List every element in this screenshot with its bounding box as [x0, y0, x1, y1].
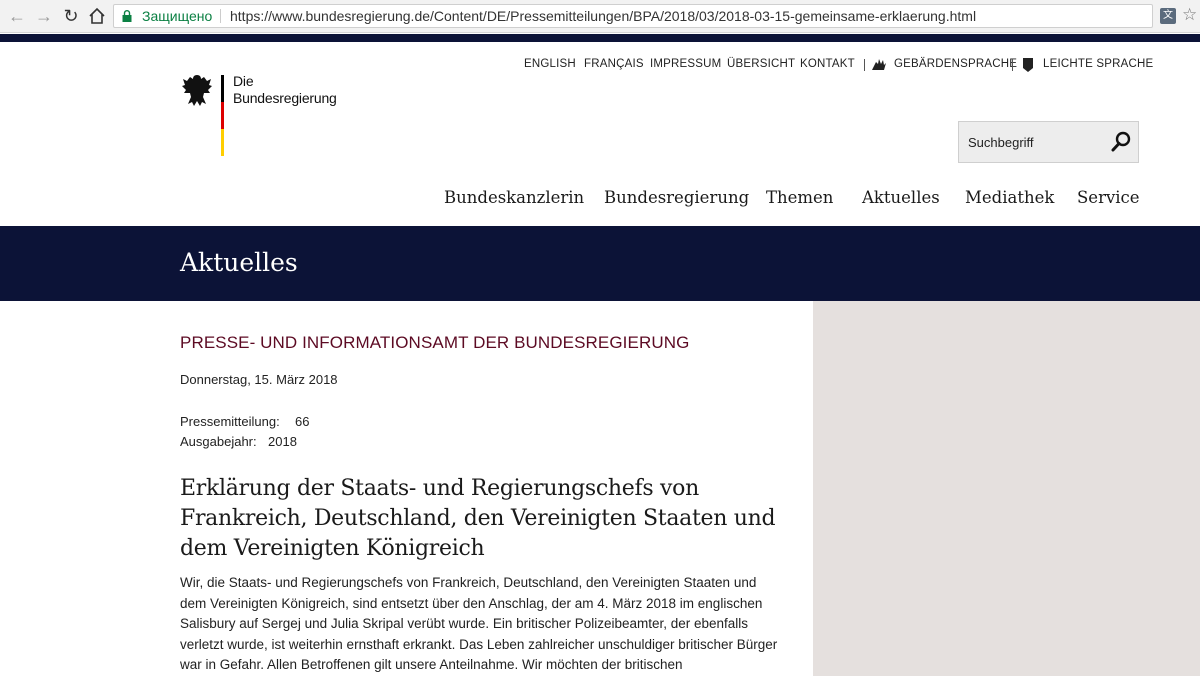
- nav-bundeskanzlerin[interactable]: Bundeskanzlerin: [444, 188, 584, 207]
- nav-themen[interactable]: Themen: [766, 188, 833, 207]
- right-sidebar: [813, 301, 1200, 676]
- sign-language-icon: [872, 59, 886, 70]
- logo-line-2: Bundesregierung: [233, 90, 337, 106]
- article-meta-labels: Pressemitteilung: Ausgabejahr:: [180, 412, 280, 452]
- forward-icon[interactable]: →: [33, 5, 55, 27]
- search-icon[interactable]: [1109, 130, 1133, 154]
- press-release-number: 66: [295, 414, 310, 429]
- easy-language-icon: [1023, 58, 1033, 72]
- back-icon[interactable]: ←: [6, 5, 28, 27]
- top-accent-bar: [0, 34, 1200, 42]
- meta-link-francais[interactable]: FRANÇAIS: [584, 58, 644, 70]
- logo-line-1: Die: [233, 73, 254, 89]
- meta-link-uebersicht[interactable]: ÜBERSICHT: [727, 58, 795, 70]
- lock-icon: [122, 10, 132, 22]
- article-date: Donnerstag, 15. März 2018: [180, 372, 338, 387]
- browser-toolbar: ← → ↻ Защищено https://www.bundesregieru…: [0, 0, 1200, 33]
- nav-mediathek[interactable]: Mediathek: [965, 188, 1054, 207]
- meta-divider: [1012, 59, 1013, 71]
- flag-bar: [221, 75, 224, 156]
- article-headline: Erklärung der Staats- und Regierungschef…: [180, 476, 776, 561]
- meta-link-english[interactable]: ENGLISH: [524, 58, 576, 70]
- address-divider: [220, 9, 221, 23]
- nav-aktuelles[interactable]: Aktuelles: [862, 188, 940, 207]
- meta-divider: [864, 59, 865, 71]
- press-release-label: Pressemitteilung:: [180, 414, 280, 429]
- meta-link-leichte-sprache[interactable]: LEICHTE SPRACHE: [1043, 58, 1153, 70]
- address-bar[interactable]: Защищено https://www.bundesregierung.de/…: [113, 4, 1153, 28]
- nav-bundesregierung[interactable]: Bundesregierung: [604, 188, 749, 207]
- year-label: Ausgabejahr:: [180, 434, 257, 449]
- nav-service[interactable]: Service: [1077, 188, 1140, 207]
- article-organization: PRESSE- UND INFORMATIONSAMT DER BUNDESRE…: [180, 333, 690, 352]
- section-title: Aktuelles: [180, 248, 298, 277]
- secure-label: Защищено: [142, 8, 213, 24]
- search-box[interactable]: Suchbegriff: [958, 121, 1139, 163]
- meta-link-impressum[interactable]: IMPRESSUM: [650, 58, 721, 70]
- article-body: Wir, die Staats- und Regierungschefs von…: [180, 575, 778, 672]
- reload-icon[interactable]: ↻: [60, 5, 82, 27]
- url-text[interactable]: https://www.bundesregierung.de/Content/D…: [230, 5, 976, 27]
- search-input[interactable]: Suchbegriff: [968, 135, 1034, 150]
- year-value: 2018: [268, 434, 297, 449]
- translate-icon[interactable]: 文: [1160, 8, 1176, 24]
- meta-link-gebaerdensprache[interactable]: GEBÄRDENSPRACHE: [894, 58, 1017, 70]
- home-icon[interactable]: [86, 5, 108, 27]
- eagle-icon[interactable]: [181, 73, 213, 107]
- meta-link-kontakt[interactable]: KONTAKT: [800, 58, 855, 70]
- star-icon[interactable]: ☆: [1182, 5, 1197, 25]
- logo-text[interactable]: Die Bundesregierung: [233, 73, 337, 107]
